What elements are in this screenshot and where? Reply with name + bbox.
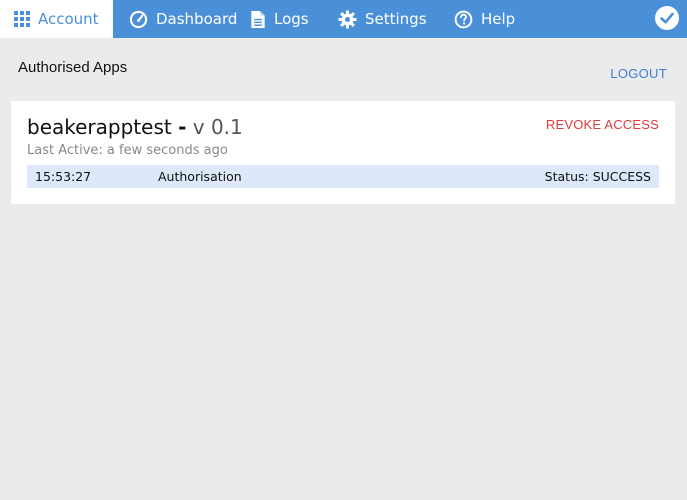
app-card: beakerapptest - v 0.1 REVOKE ACCESS Last… xyxy=(11,101,675,204)
tab-account[interactable]: Account xyxy=(0,0,113,38)
last-active-text: Last Active: a few seconds ago xyxy=(27,143,228,158)
revoke-access-button[interactable]: REVOKE ACCESS xyxy=(546,117,659,132)
logout-button[interactable]: LOGOUT xyxy=(610,66,667,81)
tab-help[interactable]: Help xyxy=(454,0,515,38)
log-status: Status: SUCCESS xyxy=(544,169,651,184)
top-nav: Account Dashboard Logs Settings Help xyxy=(0,0,687,38)
app-name: beakerapptest xyxy=(27,115,172,139)
help-icon xyxy=(454,10,473,29)
gear-icon xyxy=(338,9,357,29)
tab-dashboard-label: Dashboard xyxy=(156,10,238,28)
grid-icon xyxy=(14,11,30,27)
gauge-icon xyxy=(129,10,148,29)
tab-dashboard[interactable]: Dashboard xyxy=(113,0,248,38)
tab-logs[interactable]: Logs xyxy=(248,0,338,38)
app-version: v 0.1 xyxy=(192,115,243,139)
document-icon xyxy=(250,10,266,29)
tab-account-label: Account xyxy=(38,10,99,28)
tab-logs-label: Logs xyxy=(274,10,309,28)
tab-help-label: Help xyxy=(481,10,516,28)
app-title-separator: - xyxy=(178,115,187,139)
app-title: beakerapptest - v 0.1 xyxy=(27,115,243,139)
log-event: Authorisation xyxy=(158,169,242,184)
page-title: Authorised Apps xyxy=(18,59,128,76)
log-time: 15:53:27 xyxy=(35,169,92,184)
log-row: 15:53:27 Authorisation Status: SUCCESS xyxy=(27,165,659,188)
tab-settings-label: Settings xyxy=(365,10,427,28)
tab-settings[interactable]: Settings xyxy=(338,0,454,38)
check-circle-icon[interactable] xyxy=(655,6,679,30)
